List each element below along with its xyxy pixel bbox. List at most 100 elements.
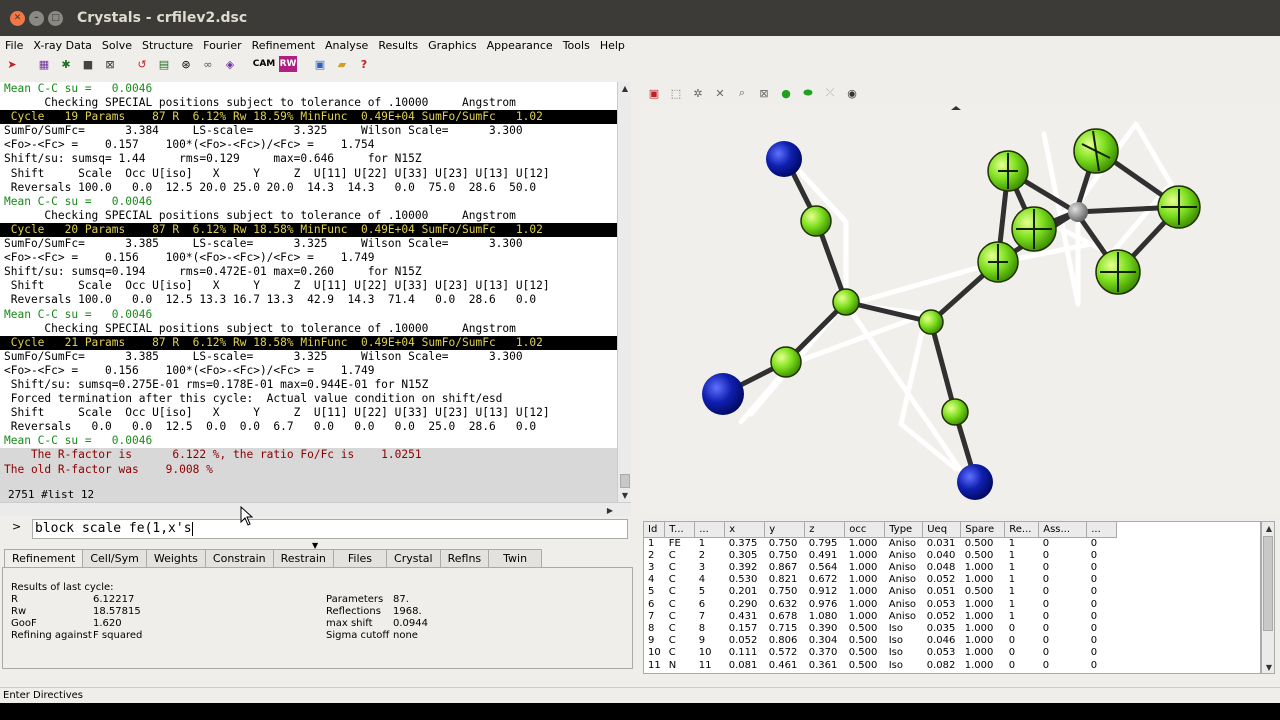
menu-results[interactable]: Results bbox=[373, 39, 423, 52]
rw-icon[interactable]: RW bbox=[279, 56, 297, 72]
nitrogen-atom[interactable] bbox=[766, 141, 802, 177]
tab-files[interactable]: Files bbox=[332, 549, 388, 567]
menu-solve[interactable]: Solve bbox=[97, 39, 137, 52]
output-horizontal-scrollbar[interactable]: ▶ bbox=[0, 502, 631, 516]
menu-file[interactable]: File bbox=[0, 39, 28, 52]
tab-constrain[interactable]: Constrain bbox=[204, 549, 274, 567]
column-header[interactable]: ... bbox=[694, 522, 726, 538]
splitter-up-icon[interactable] bbox=[951, 106, 961, 110]
atoms-icon[interactable]: ✱ bbox=[57, 56, 75, 72]
table-row[interactable]: 11 N 11 0.081 0.461 0.361 0.500 Iso 0.082 1.000 0 0… bbox=[644, 660, 1117, 672]
scroll-down-icon[interactable]: ▼ bbox=[1262, 661, 1276, 673]
table-row[interactable]: 10 C 10 0.111 0.572 0.370 0.500 Iso 0.053 1.000 0 0… bbox=[644, 647, 1117, 659]
table-row[interactable]: 2 C 2 0.305 0.750 0.491 1.000 Aniso 0.040 0.500 1 0… bbox=[644, 550, 1117, 562]
arrow-icon[interactable]: ➤ bbox=[3, 56, 21, 72]
menu-xray-data[interactable]: X-ray Data bbox=[28, 39, 97, 52]
help-icon[interactable]: ? bbox=[355, 56, 373, 72]
select-box-icon[interactable]: ⬚ bbox=[667, 84, 685, 102]
iron-atom[interactable] bbox=[1068, 202, 1088, 222]
cancel-icon[interactable]: ⊠ bbox=[101, 56, 119, 72]
table-row[interactable]: 1 FE 1 0.375 0.750 0.795 1.000 Aniso 0.031 0.500 1… bbox=[644, 537, 1117, 550]
menu-help[interactable]: Help bbox=[595, 39, 630, 52]
column-header[interactable]: Spare bbox=[960, 522, 1006, 538]
scrollbar-thumb[interactable] bbox=[620, 474, 630, 488]
tab-weights[interactable]: Weights bbox=[145, 549, 206, 567]
table-row[interactable]: 7 C 7 0.431 0.678 1.080 1.000 Aniso 0.052 1.000 1 0… bbox=[644, 611, 1117, 623]
wireframe-icon[interactable]: ⤫ bbox=[821, 84, 839, 102]
folder-icon[interactable]: ▰ bbox=[333, 56, 351, 72]
column-header[interactable]: Type bbox=[884, 522, 924, 538]
output-log[interactable]: Mean C-C su = 0.0046 Checking SPECIAL po… bbox=[0, 82, 617, 488]
tab-twin[interactable]: Twin bbox=[488, 549, 543, 567]
display-icon[interactable]: ▣ bbox=[645, 84, 663, 102]
table-row[interactable]: 6 C 6 0.290 0.632 0.976 1.000 Aniso 0.053 1.000 1 0… bbox=[644, 599, 1117, 611]
molecule-view[interactable] bbox=[641, 104, 1280, 514]
rings-icon[interactable]: ⊛ bbox=[177, 56, 195, 72]
undo-icon[interactable]: ↺ bbox=[133, 56, 151, 72]
column-header[interactable]: x bbox=[724, 522, 766, 538]
script-icon[interactable]: ▤ bbox=[155, 56, 173, 72]
column-header[interactable]: Ass... bbox=[1038, 522, 1088, 538]
table-row[interactable]: 9 C 9 0.052 0.806 0.304 0.500 Iso 0.046 1.000 0 0 0 bbox=[644, 635, 1117, 647]
column-header[interactable]: T... bbox=[664, 522, 696, 538]
link-icon[interactable]: ∞ bbox=[199, 56, 217, 72]
nitrogen-atom[interactable] bbox=[957, 464, 993, 500]
carbon-atom[interactable] bbox=[832, 288, 860, 316]
molecule-icon[interactable]: ◈ bbox=[221, 56, 239, 72]
carbon-atom[interactable] bbox=[941, 398, 969, 426]
grid-icon[interactable]: ▦ bbox=[35, 56, 53, 72]
scroll-up-icon[interactable]: ▲ bbox=[1262, 522, 1276, 534]
cam-icon[interactable]: CAM bbox=[253, 56, 276, 72]
tab-cell-sym[interactable]: Cell/Sym bbox=[82, 549, 147, 567]
menu-graphics[interactable]: Graphics bbox=[423, 39, 482, 52]
deselect-icon[interactable]: ✕ bbox=[711, 84, 729, 102]
nitrogen-atom[interactable] bbox=[702, 373, 744, 415]
table-cell: 0.304 bbox=[808, 635, 838, 647]
menu-refinement[interactable]: Refinement bbox=[247, 39, 320, 52]
menu-appearance[interactable]: Appearance bbox=[482, 39, 558, 52]
menu-structure[interactable]: Structure bbox=[137, 39, 198, 52]
column-header[interactable]: y bbox=[764, 522, 806, 538]
carbon-atom[interactable] bbox=[800, 205, 832, 237]
close-window-button[interactable]: ✕ bbox=[10, 10, 25, 26]
atom-list[interactable]: Id T...... x y z occ Type Ueq Spare Re... Ass.....… bbox=[643, 521, 1261, 674]
scrollbar-thumb[interactable] bbox=[1263, 536, 1273, 631]
menu-analyse[interactable]: Analyse bbox=[320, 39, 373, 52]
settings-icon[interactable]: ◉ bbox=[843, 84, 861, 102]
column-header[interactable]: ... bbox=[1086, 522, 1118, 538]
view-icon[interactable]: ▣ bbox=[311, 56, 329, 72]
column-header[interactable]: Id bbox=[644, 522, 666, 538]
menu-tools[interactable]: Tools bbox=[558, 39, 595, 52]
column-header[interactable]: Re... bbox=[1004, 522, 1040, 538]
molecule-drawing[interactable] bbox=[641, 104, 1280, 514]
table-cell: FE bbox=[668, 537, 681, 549]
tab-restrain[interactable]: Restrain bbox=[272, 549, 334, 567]
carbon-atom[interactable] bbox=[770, 346, 802, 378]
tab-reflns[interactable]: Reflns bbox=[439, 549, 490, 567]
table-row[interactable]: 5 C 5 0.201 0.750 0.912 1.000 Aniso 0.051 0.500 1 0… bbox=[644, 586, 1117, 598]
column-header[interactable]: z bbox=[804, 522, 846, 538]
table-row[interactable]: 3 C 3 0.392 0.867 0.564 1.000 Aniso 0.048 1.000 1 0… bbox=[644, 562, 1117, 574]
ball-icon[interactable]: ● bbox=[777, 84, 795, 102]
column-header[interactable]: Ueq bbox=[922, 522, 962, 538]
zoom-cancel-icon[interactable]: ⊠ bbox=[755, 84, 773, 102]
zoom-icon[interactable]: ⌕ bbox=[733, 84, 751, 102]
scroll-right-icon[interactable]: ▶ bbox=[603, 504, 617, 516]
menu-fourier[interactable]: Fourier bbox=[198, 39, 247, 52]
scroll-up-icon[interactable]: ▲ bbox=[618, 82, 632, 94]
column-header[interactable]: occ bbox=[844, 522, 886, 538]
atom-list-scrollbar[interactable]: ▲ ▼ bbox=[1261, 521, 1275, 674]
table-row[interactable]: 8 C 8 0.157 0.715 0.390 0.500 Iso 0.035 1.000 0 0 0 bbox=[644, 623, 1117, 635]
ellipsoid-icon[interactable]: ⬬ bbox=[799, 84, 817, 102]
tab-refinement[interactable]: Refinement bbox=[4, 549, 84, 567]
atom-select-icon[interactable]: ✲ bbox=[689, 84, 707, 102]
scroll-down-icon[interactable]: ▼ bbox=[618, 489, 632, 501]
minimize-window-button[interactable]: – bbox=[29, 10, 44, 26]
command-input[interactable]: block scale fe(1,x's bbox=[32, 519, 628, 539]
tab-crystal[interactable]: Crystal bbox=[386, 549, 441, 567]
output-vertical-scrollbar[interactable]: ▲ ▼ bbox=[617, 82, 631, 502]
table-row[interactable]: 4 C 4 0.530 0.821 0.672 1.000 Aniso 0.052 1.000 1 0… bbox=[644, 574, 1117, 586]
carbon-atom[interactable] bbox=[918, 309, 944, 335]
stop-icon[interactable]: ■ bbox=[79, 56, 97, 72]
maximize-window-button[interactable]: □ bbox=[48, 10, 63, 26]
